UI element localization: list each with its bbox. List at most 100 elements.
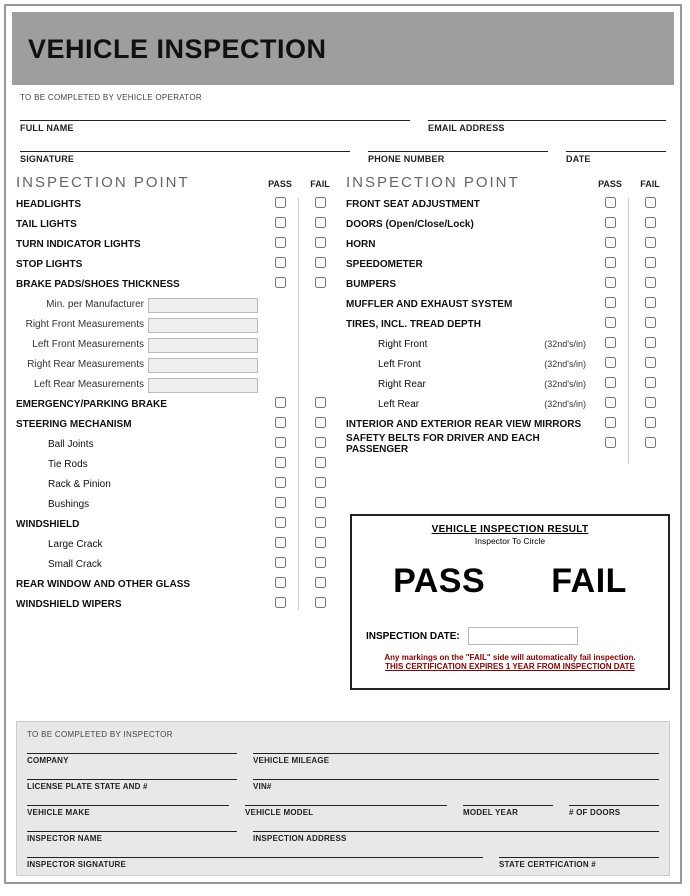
company-field[interactable]: COMPANY [27,753,237,765]
pass-checkbox [260,197,300,211]
fail-checkbox [300,197,340,211]
result-subtitle: Inspector To Circle [360,536,660,546]
pass-checkbox [590,277,630,291]
pass-checkbox [260,237,300,251]
inspection-item: INTERIOR AND EXTERIOR REAR VIEW MIRRORS [346,414,670,434]
pass-checkbox [260,477,300,491]
pass-checkbox [260,597,300,611]
warning-line-1: Any markings on the "FAIL" side will aut… [360,653,660,662]
fail-checkbox [300,577,340,591]
fail-checkbox [630,357,670,371]
inspection-item: WINDSHIELD WIPERS [16,594,340,614]
column-divider [628,198,629,464]
make-field[interactable]: VEHICLE MAKE [27,805,229,817]
email-field[interactable]: EMAIL ADDRESS [428,120,666,133]
tire-sub-item: Left Front(32nd's/in) [346,354,670,374]
inspection-item: BUMPERS [346,274,670,294]
mileage-field[interactable]: VEHICLE MILEAGE [253,753,659,765]
inspection-address-field[interactable]: INSPECTION ADDRESS [253,831,659,843]
fail-checkbox [300,457,340,471]
inspector-signature-field[interactable]: INSPECTOR SIGNATURE [27,857,483,869]
inspection-item: STOP LIGHTS [16,254,340,274]
pass-checkbox [590,237,630,251]
pass-checkbox [260,557,300,571]
operator-section: FULL NAME EMAIL ADDRESS SIGNATURE PHONE … [20,120,666,164]
measurement-input[interactable] [148,318,258,333]
column-divider [298,198,299,610]
model-field[interactable]: VEHICLE MODEL [245,805,447,817]
tire-sub-item: Right Rear(32nd's/in) [346,374,670,394]
state-cert-field[interactable]: STATE CERTFICATION # [499,857,659,869]
inspection-item: Large Crack [16,534,340,554]
inspection-item: WINDSHIELD [16,514,340,534]
inspection-item: TAIL LIGHTS [16,214,340,234]
inspection-date-input[interactable] [468,627,578,645]
operator-note: TO BE COMPLETED BY VEHICLE OPERATOR [20,93,666,102]
measurement-row: Right Front Measurements [16,314,340,334]
fail-heading: FAIL [300,179,340,189]
full-name-field[interactable]: FULL NAME [20,120,410,133]
fail-checkbox [630,277,670,291]
pass-checkbox [260,497,300,511]
fail-checkbox [300,557,340,571]
fail-checkbox [630,397,670,411]
inspection-item: DOORS (Open/Close/Lock) [346,214,670,234]
fail-checkbox [630,377,670,391]
pass-checkbox [260,257,300,271]
pass-checkbox [260,217,300,231]
result-pass[interactable]: PASS [393,562,485,601]
plate-field[interactable]: LICENSE PLATE STATE AND # [27,779,237,791]
fail-checkbox [300,537,340,551]
inspection-item: FRONT SEAT ADJUSTMENT [346,194,670,214]
fail-checkbox [300,597,340,611]
pass-checkbox [590,297,630,311]
signature-field[interactable]: SIGNATURE [20,151,350,164]
inspection-item: Small Crack [16,554,340,574]
fail-checkbox [300,397,340,411]
pass-checkbox [590,397,630,411]
date-field[interactable]: DATE [566,151,666,164]
pass-checkbox [590,217,630,231]
fail-checkbox [630,417,670,431]
fail-checkbox [630,237,670,251]
measurement-input[interactable] [148,298,258,313]
inspector-section: TO BE COMPLETED BY INSPECTOR COMPANY VEH… [16,721,670,876]
vin-field[interactable]: VIN# [253,779,659,791]
inspection-point-heading: INSPECTION POINT [346,174,590,191]
fail-checkbox [630,217,670,231]
pass-heading: PASS [260,179,300,189]
measurement-input[interactable] [148,358,258,373]
measurement-input[interactable] [148,378,258,393]
fail-checkbox [630,437,670,451]
pass-checkbox [590,257,630,271]
page-title: VEHICLE INSPECTION [28,34,658,65]
inspection-item: TURN INDICATOR LIGHTS [16,234,340,254]
year-field[interactable]: MODEL YEAR [463,805,553,817]
pass-checkbox [590,317,630,331]
inspection-item: Bushings [16,494,340,514]
result-fail[interactable]: FAIL [551,562,627,601]
inspection-item: REAR WINDOW AND OTHER GLASS [16,574,340,594]
pass-checkbox [590,377,630,391]
fail-checkbox [300,417,340,431]
measurement-input[interactable] [148,338,258,353]
fail-checkbox [300,217,340,231]
inspection-item: SPEEDOMETER [346,254,670,274]
result-box: VEHICLE INSPECTION RESULT Inspector To C… [350,514,670,690]
tire-sub-item: Left Rear(32nd's/in) [346,394,670,414]
inspection-item: BRAKE PADS/SHOES THICKNESS [16,274,340,294]
inspector-name-field[interactable]: INSPECTOR NAME [27,831,237,843]
pass-checkbox [260,537,300,551]
pass-heading: PASS [590,179,630,189]
fail-checkbox [300,277,340,291]
result-title: VEHICLE INSPECTION RESULT [360,524,660,535]
tire-sub-item: Right Front(32nd's/in) [346,334,670,354]
pass-checkbox [260,517,300,531]
fail-checkbox [300,237,340,251]
phone-field[interactable]: PHONE NUMBER [368,151,548,164]
fail-checkbox [630,297,670,311]
doors-field[interactable]: # OF DOORS [569,805,659,817]
warning-line-2: THIS CERTIFICATION EXPIRES 1 YEAR FROM I… [360,662,660,671]
fail-checkbox [630,317,670,331]
fail-checkbox [630,197,670,211]
